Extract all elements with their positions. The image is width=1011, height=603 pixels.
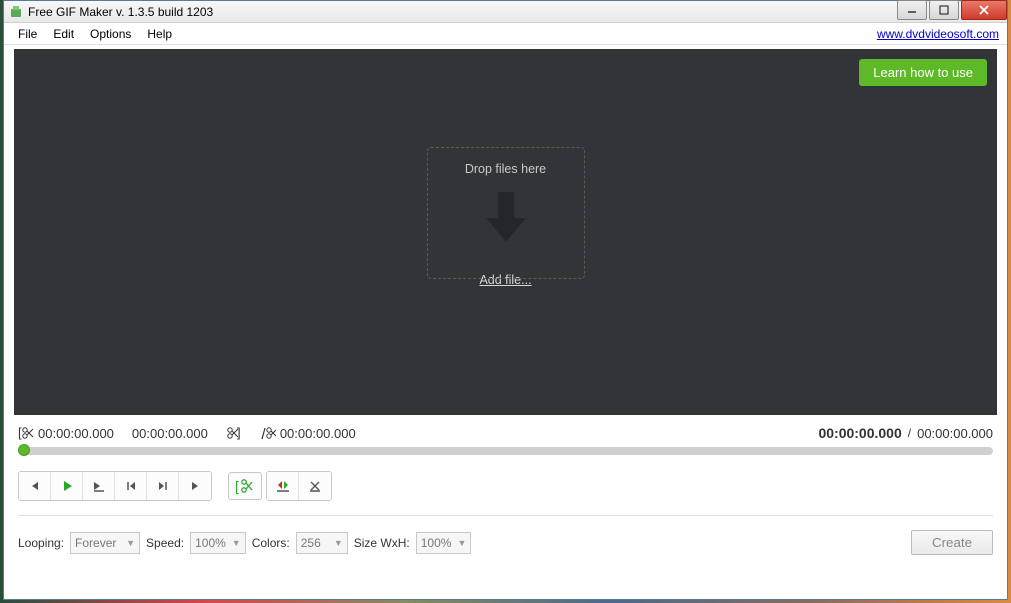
- playback-controls: [: [4, 463, 1007, 509]
- app-icon: [8, 4, 24, 20]
- caret-down-icon: ▼: [457, 538, 466, 548]
- timeline-slider[interactable]: [4, 447, 1007, 463]
- trim-duration: 00:00:00.000: [132, 426, 208, 441]
- next-frame-button[interactable]: [147, 472, 179, 500]
- looping-value: Forever: [75, 536, 116, 550]
- colors-label: Colors:: [252, 536, 290, 550]
- play-button[interactable]: [51, 472, 83, 500]
- step-back-button[interactable]: [19, 472, 51, 500]
- timeline-info: [ 00:00:00.000 00:00:00.000 ] 00:00:00.0…: [4, 415, 1007, 447]
- close-button[interactable]: [961, 0, 1007, 20]
- size-label: Size WxH:: [354, 536, 410, 550]
- learn-how-button[interactable]: Learn how to use: [859, 59, 987, 86]
- trim-start-icon: [: [18, 426, 34, 440]
- window-title: Free GIF Maker v. 1.3.5 build 1203: [28, 5, 213, 19]
- looping-select[interactable]: Forever ▼: [70, 532, 140, 554]
- caret-down-icon: ▼: [334, 538, 343, 548]
- caret-down-icon: ▼: [232, 538, 241, 548]
- trim-start-time: 00:00:00.000: [38, 426, 114, 441]
- app-window: Free GIF Maker v. 1.3.5 build 1203 File …: [3, 0, 1008, 600]
- current-time: 00:00:00.000: [818, 425, 901, 441]
- clear-trim-button[interactable]: [299, 472, 331, 500]
- time-separator: /: [908, 426, 911, 440]
- settings-bar: Looping: Forever ▼ Speed: 100% ▼ Colors:…: [4, 516, 1007, 565]
- size-value: 100%: [421, 536, 452, 550]
- menu-options[interactable]: Options: [82, 25, 139, 43]
- titlebar: Free GIF Maker v. 1.3.5 build 1203: [4, 1, 1007, 23]
- looping-label: Looping:: [18, 536, 64, 550]
- minimize-button[interactable]: [897, 0, 927, 20]
- mark-in-button[interactable]: [267, 472, 299, 500]
- menu-file[interactable]: File: [10, 25, 45, 43]
- maximize-button[interactable]: [929, 0, 959, 20]
- colors-value: 256: [301, 536, 321, 550]
- scissors-end-icon: ]: [226, 426, 242, 440]
- caret-down-icon: ▼: [126, 538, 135, 548]
- window-controls: [897, 0, 1007, 20]
- trim-end-time: 00:00:00.000: [280, 426, 356, 441]
- speed-label: Speed:: [146, 536, 184, 550]
- svg-text:[: [: [18, 426, 22, 440]
- trim-button-group: [266, 471, 332, 501]
- size-select[interactable]: 100% ▼: [416, 532, 472, 554]
- play-to-end-button[interactable]: [83, 472, 115, 500]
- preview-area: Learn how to use Drop files here Add fil…: [14, 49, 997, 415]
- drop-zone[interactable]: Drop files here: [427, 147, 585, 279]
- menu-help[interactable]: Help: [139, 25, 180, 43]
- speed-select[interactable]: 100% ▼: [190, 532, 246, 554]
- menu-edit[interactable]: Edit: [45, 25, 82, 43]
- create-button[interactable]: Create: [911, 530, 993, 555]
- speed-value: 100%: [195, 536, 226, 550]
- slider-thumb[interactable]: [18, 444, 30, 456]
- arrow-down-icon: [480, 188, 532, 249]
- svg-text:[: [: [235, 478, 239, 494]
- trim-selection-button[interactable]: [: [228, 472, 262, 500]
- colors-select[interactable]: 256 ▼: [296, 532, 348, 554]
- playback-button-group: [18, 471, 212, 501]
- step-forward-button[interactable]: [179, 472, 211, 500]
- prev-frame-button[interactable]: [115, 472, 147, 500]
- slider-track[interactable]: [18, 447, 993, 455]
- menubar: File Edit Options Help www.dvdvideosoft.…: [4, 23, 1007, 45]
- svg-text:]: ]: [237, 426, 241, 440]
- website-link[interactable]: www.dvdvideosoft.com: [877, 27, 1001, 41]
- total-time: 00:00:00.000: [917, 426, 993, 441]
- scissors-cut-icon: [260, 426, 276, 440]
- drop-label: Drop files here: [465, 162, 546, 176]
